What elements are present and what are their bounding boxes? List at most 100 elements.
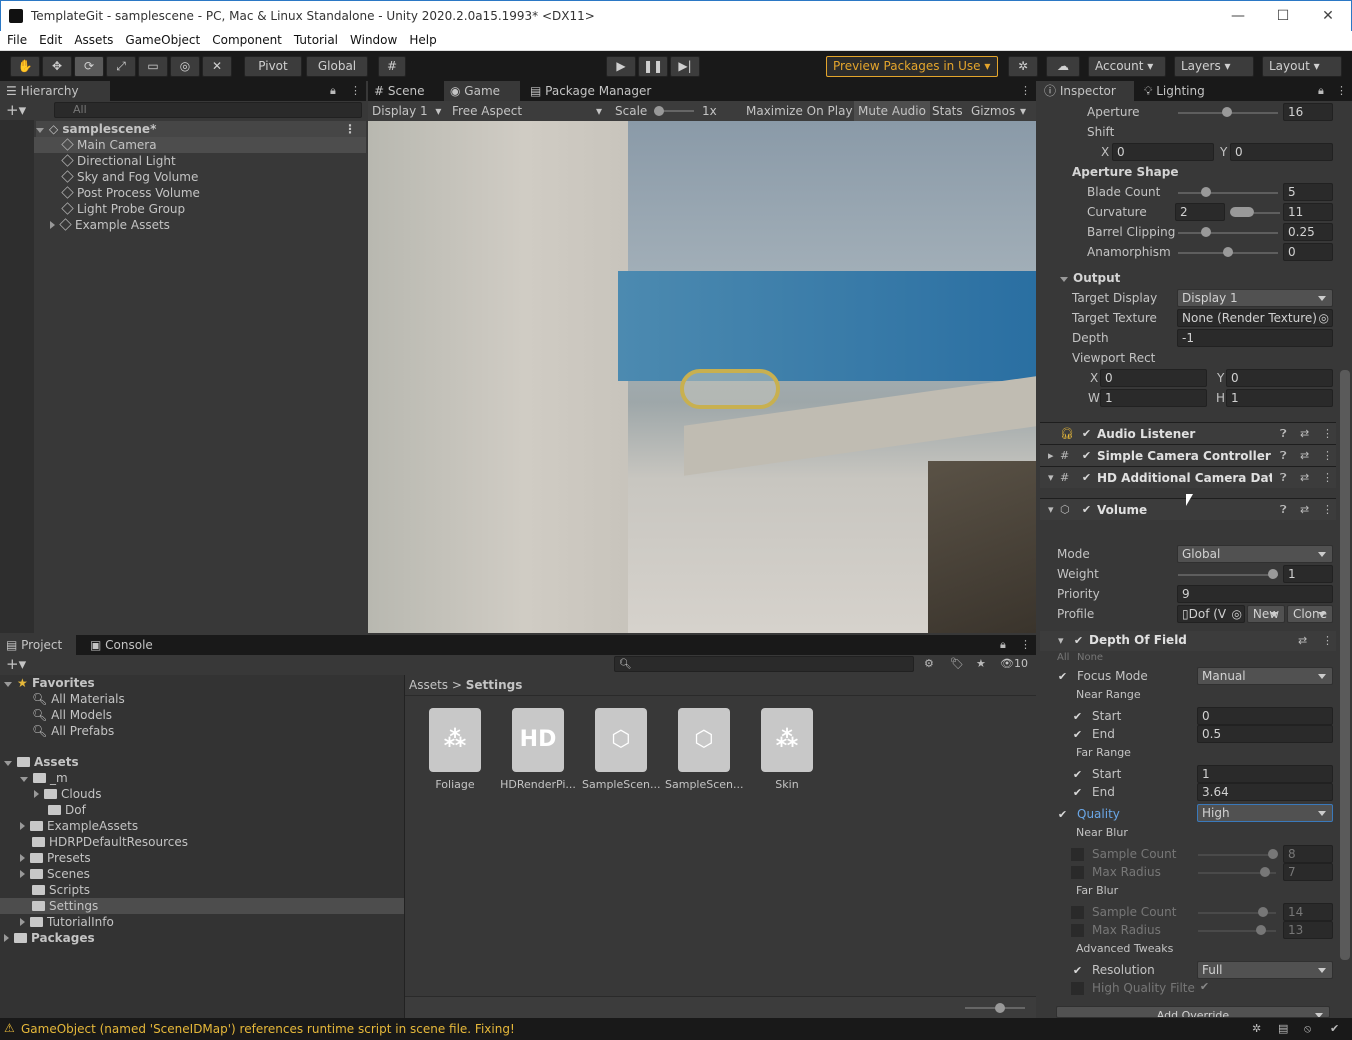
minimize-button[interactable]: —: [1223, 5, 1253, 27]
fb-sample-field[interactable]: 14: [1283, 903, 1333, 921]
kebab-menu-icon[interactable]: ⋮: [1322, 503, 1333, 516]
pivot-toggle[interactable]: Pivot: [244, 56, 302, 77]
far-start-field[interactable]: 1: [1197, 765, 1333, 783]
display-dropdown[interactable]: Display 1 ▾: [372, 104, 441, 118]
favorite-item[interactable]: 🔍︎ All Prefabs: [32, 723, 114, 739]
nb-radius-knob[interactable]: [1260, 867, 1270, 877]
presets-icon[interactable]: ⇄: [1300, 449, 1309, 462]
scene-row[interactable]: ◇ samplescene* ⋮: [36, 121, 366, 137]
hierarchy-item[interactable]: Light Probe Group: [61, 201, 185, 217]
expand-icon[interactable]: [1060, 277, 1068, 282]
fb-radius-checkbox[interactable]: [1071, 924, 1084, 937]
barrel-clipping-slider[interactable]: [1178, 232, 1278, 234]
blade-count-slider[interactable]: [1178, 192, 1278, 194]
favorites-header[interactable]: ★ Favorites: [4, 675, 95, 691]
override-icon[interactable]: ⇄: [1298, 634, 1307, 647]
folder-item[interactable]: Scripts: [32, 882, 90, 898]
nb-sample-field[interactable]: 8: [1283, 845, 1333, 863]
target-texture-field[interactable]: None (Render Texture) ◎: [1177, 309, 1333, 327]
folder-item[interactable]: Settings: [0, 898, 404, 914]
help-icon[interactable]: ❓︎: [1280, 449, 1287, 463]
expand-icon[interactable]: [4, 761, 12, 766]
mode-dropdown[interactable]: Global: [1177, 545, 1333, 563]
rotate-tool-icon[interactable]: ⟳: [74, 56, 104, 77]
expand-icon[interactable]: ▾: [1048, 471, 1054, 484]
auto-generate-lighting-icon[interactable]: ⦸: [1304, 1022, 1311, 1036]
near-end-checkbox[interactable]: ✔: [1071, 728, 1084, 741]
play-button[interactable]: ▶: [606, 56, 636, 77]
far-start-checkbox[interactable]: ✔: [1071, 768, 1084, 781]
kebab-menu-icon[interactable]: ⋮: [1336, 84, 1347, 97]
viewport-y-field[interactable]: 0: [1226, 369, 1333, 387]
near-end-field[interactable]: 0.5: [1197, 725, 1333, 743]
hierarchy-search-input[interactable]: All: [54, 102, 362, 118]
transform-tool-icon[interactable]: ◎: [170, 56, 200, 77]
folder-item[interactable]: ExampleAssets: [20, 818, 138, 834]
folder-item[interactable]: Dof: [48, 802, 86, 818]
viewport-x-field[interactable]: 0: [1100, 369, 1207, 387]
lock-icon[interactable]: 🔒︎: [1000, 638, 1006, 652]
services-icon[interactable]: ✲: [1008, 56, 1038, 77]
expand-icon[interactable]: [4, 682, 12, 687]
resolution-checkbox[interactable]: ✔: [1071, 964, 1084, 977]
viewport-h-field[interactable]: 1: [1226, 389, 1333, 407]
account-dropdown[interactable]: Account ▾: [1088, 56, 1166, 77]
weight-slider[interactable]: [1178, 574, 1278, 576]
gizmos-toggle[interactable]: Gizmos: [971, 104, 1015, 118]
anamorphism-knob[interactable]: [1223, 247, 1233, 257]
asset-item[interactable]: HD HDRenderPi...: [499, 708, 577, 791]
kebab-menu-icon[interactable]: ⋮: [1322, 471, 1333, 484]
custom-tool-icon[interactable]: ✕: [202, 56, 232, 77]
create-asset-button[interactable]: +▾: [6, 655, 26, 673]
close-button[interactable]: ✕: [1313, 5, 1343, 27]
step-button[interactable]: ▶|: [670, 56, 700, 77]
hierarchy-item[interactable]: Main Camera: [34, 137, 366, 153]
expand-icon[interactable]: ▸: [1048, 449, 1054, 462]
nb-sample-knob[interactable]: [1268, 849, 1278, 859]
resolution-dropdown[interactable]: Full: [1197, 961, 1333, 979]
asset-item[interactable]: ⬡ SampleScen...: [665, 708, 744, 791]
tab-lighting[interactable]: 💡︎ Lighting: [1138, 81, 1228, 101]
curvature-min-field[interactable]: 2: [1175, 203, 1225, 221]
asset-item[interactable]: ⬡ SampleScen...: [582, 708, 661, 791]
expand-icon[interactable]: ▾: [1048, 503, 1054, 516]
simple-camera-controller-header[interactable]: ▸ # ✔ Simple Camera Controller (Script) …: [1040, 444, 1336, 466]
kebab-menu-icon[interactable]: ⋮: [1020, 638, 1031, 651]
profile-clone-button[interactable]: Clone: [1287, 605, 1333, 623]
help-icon[interactable]: ❓︎: [1280, 471, 1287, 485]
folder-item[interactable]: Clouds: [34, 786, 102, 802]
blade-count-knob[interactable]: [1201, 187, 1211, 197]
preview-packages-button[interactable]: Preview Packages in Use ▾: [826, 56, 998, 77]
icon-size-knob[interactable]: [995, 1003, 1005, 1013]
aperture-field[interactable]: 16: [1283, 103, 1333, 121]
presets-icon[interactable]: ⇄: [1300, 471, 1309, 484]
presets-icon[interactable]: ⇄: [1300, 427, 1309, 440]
search-by-label-icon[interactable]: 🏷︎: [950, 657, 964, 670]
lock-icon[interactable]: 🔒︎: [330, 84, 336, 98]
scale-slider-knob[interactable]: [654, 106, 664, 116]
maximize-button[interactable]: ☐: [1268, 5, 1298, 27]
kebab-menu-icon[interactable]: ⋮: [1322, 449, 1333, 462]
expand-icon[interactable]: [20, 777, 28, 782]
help-icon[interactable]: ❓︎: [1280, 427, 1287, 441]
depth-field[interactable]: -1: [1177, 329, 1333, 347]
barrel-clipping-field[interactable]: 0.25: [1283, 223, 1333, 241]
curvature-range-slider[interactable]: [1230, 207, 1254, 217]
weight-knob[interactable]: [1268, 569, 1278, 579]
hq-filter-checkbox[interactable]: ✔: [1198, 980, 1211, 993]
hq-filter-override-checkbox[interactable]: [1071, 982, 1084, 995]
focus-override-checkbox[interactable]: ✔: [1056, 670, 1069, 683]
nb-radius-field[interactable]: 7: [1283, 863, 1333, 881]
dof-none-toggle[interactable]: None: [1077, 652, 1103, 663]
menu-file[interactable]: File: [0, 31, 32, 47]
stats-toggle[interactable]: Stats: [932, 104, 963, 118]
tab-package-manager[interactable]: ▤ Package Manager: [524, 81, 664, 101]
mute-audio-toggle[interactable]: Mute Audio: [854, 101, 930, 121]
priority-field[interactable]: 9: [1177, 585, 1333, 603]
hierarchy-item[interactable]: Post Process Volume: [61, 185, 200, 201]
blade-count-field[interactable]: 5: [1283, 183, 1333, 201]
tab-game[interactable]: ◉ Game: [444, 81, 520, 101]
packages-header[interactable]: Packages: [4, 930, 95, 946]
breadcrumb-settings[interactable]: Settings: [466, 678, 523, 692]
grid-snap-icon[interactable]: #: [378, 56, 406, 77]
